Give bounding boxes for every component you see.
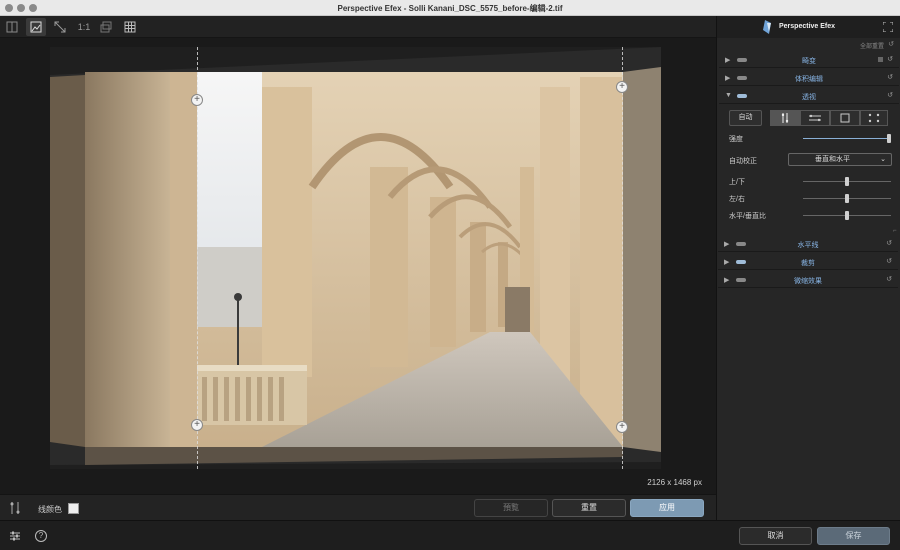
square-icon (878, 57, 883, 62)
corners-icon (868, 113, 880, 123)
reset-button[interactable]: 重置 (552, 499, 626, 517)
image-dimensions: 2126 x 1468 px (647, 478, 702, 487)
reset-icon[interactable]: ↺ (887, 91, 893, 99)
up-down-label: 上/下 (729, 179, 745, 186)
left-right-label: 左/右 (729, 196, 745, 203)
guide-handle-bottom-right[interactable]: + (616, 421, 628, 433)
single-view-button[interactable] (26, 18, 46, 36)
reset-icon[interactable]: ↺ (886, 275, 892, 283)
section-volume[interactable]: ▶ 体积编辑 ↺ (719, 70, 899, 86)
ratio-label: 水平/垂直比 (729, 213, 766, 220)
vertical-correction-button[interactable] (770, 110, 800, 126)
help-icon[interactable]: ? (35, 530, 47, 542)
vertical-lines-icon (781, 113, 789, 123)
reset-all-button[interactable]: 全部重置 (860, 41, 884, 50)
preview-button[interactable]: 預覧 (474, 499, 548, 517)
guide-handle-top-left[interactable]: + (191, 94, 203, 106)
auto-button[interactable]: 自动 (729, 110, 762, 126)
reset-icon[interactable]: ↺ (887, 73, 893, 81)
horizontal-correction-button[interactable] (800, 110, 830, 126)
vertical-guides-icon[interactable] (8, 501, 22, 517)
fullscreen-icon[interactable] (883, 22, 893, 32)
guide-handle-top-right[interactable]: + (616, 81, 628, 93)
title-bar: Perspective Efex - Solli Kanani_DSC_5575… (0, 0, 900, 16)
right-vertical-guide[interactable] (622, 47, 623, 469)
settings-sliders-icon[interactable] (9, 530, 21, 544)
section-horizon[interactable]: ▶ 水平线 ↺ (718, 236, 898, 252)
grid-icon (124, 21, 136, 33)
image-canvas[interactable]: + + + + 2126 x 1468 px (0, 38, 716, 494)
line-color-swatch[interactable] (68, 503, 79, 514)
section-perspective[interactable]: ▼ 透视 ↺ (719, 88, 899, 104)
panel-title: Perspective Efex (779, 23, 836, 30)
strength-label: 强度 (729, 136, 743, 143)
photo-preview[interactable] (50, 47, 661, 469)
section-fine[interactable]: ▶ 微缩效果 ↺ (718, 272, 898, 288)
compare-button[interactable] (96, 18, 116, 36)
grid-button[interactable] (120, 18, 140, 36)
up-down-slider-knob[interactable] (845, 177, 849, 186)
arcade-photo (50, 47, 661, 465)
strength-slider[interactable] (803, 138, 891, 139)
auto-correct-select[interactable]: 垂直和水平 ⌄ (788, 153, 892, 166)
image-icon (30, 21, 42, 33)
app-logo-icon (763, 20, 771, 34)
reset-icon[interactable]: ↺ (886, 257, 892, 265)
reset-icon[interactable]: ↺ (887, 55, 893, 63)
panel-header: Perspective Efex (717, 16, 900, 38)
view-toolbar: 1:1 (0, 16, 716, 38)
ratio-slider-knob[interactable] (845, 211, 849, 220)
split-view-icon (6, 21, 18, 33)
chevron-down-icon: ⌄ (880, 156, 886, 163)
rectangle-icon (840, 113, 850, 123)
save-button[interactable]: 保存 (817, 527, 890, 545)
fit-screen-button[interactable] (50, 18, 70, 36)
section-distortion[interactable]: ▶ 畸变 ↺ (719, 52, 899, 68)
section-crop[interactable]: ▶ 裁剪 ↺ (718, 254, 898, 270)
reset-icon[interactable]: ↺ (886, 239, 892, 247)
guide-handle-bottom-left[interactable]: + (191, 419, 203, 431)
left-right-slider-knob[interactable] (845, 194, 849, 203)
window-title: Perspective Efex - Solli Kanani_DSC_5575… (337, 4, 563, 13)
layers-icon (100, 21, 112, 33)
expand-icon (54, 21, 66, 33)
zoom-100-button[interactable]: 1:1 (74, 18, 94, 36)
strength-slider-knob[interactable] (887, 134, 891, 143)
auto-correct-label: 自动校正 (729, 158, 757, 165)
collapse-section-icon[interactable]: ⌐ (893, 228, 897, 234)
footer-bar: ? 取消 保存 (0, 520, 900, 550)
reset-all-icon[interactable]: ↺ (888, 40, 894, 48)
before-after-button[interactable] (2, 18, 22, 36)
free-correction-button[interactable] (860, 110, 888, 126)
horizontal-lines-icon (809, 114, 821, 122)
cancel-button[interactable]: 取消 (739, 527, 812, 545)
rectangle-correction-button[interactable] (830, 110, 860, 126)
apply-button[interactable]: 应用 (630, 499, 704, 517)
guide-tools-bar: 线颜色 預覧 重置 应用 (0, 494, 716, 520)
left-vertical-guide[interactable] (197, 47, 198, 469)
line-color-label: 线颜色 (38, 505, 62, 514)
